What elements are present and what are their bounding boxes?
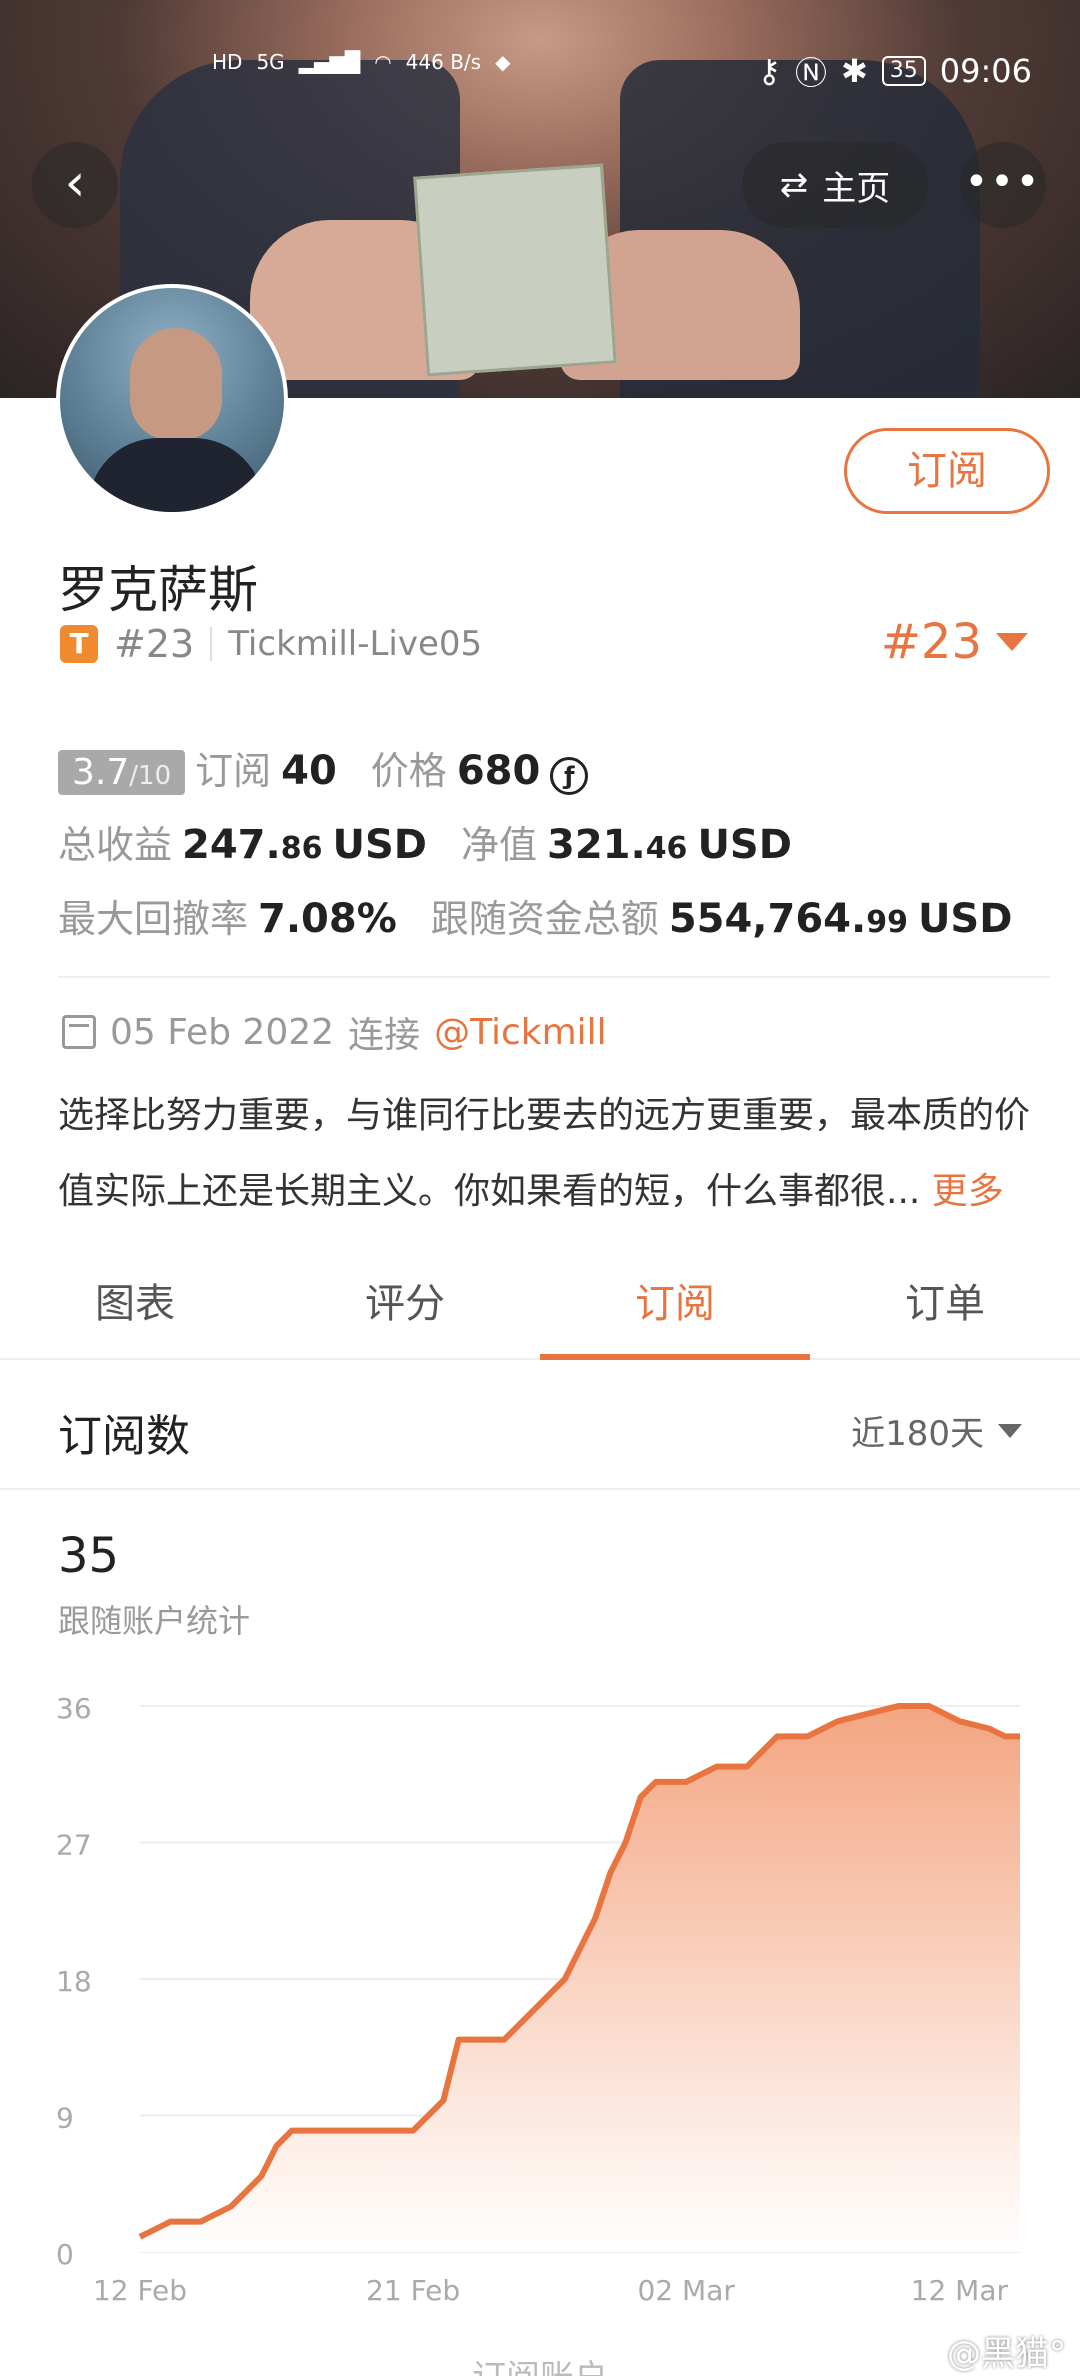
account-name: Tickmill-Live05 <box>228 624 483 664</box>
x-tick-label: 21 Feb <box>366 2274 460 2307</box>
subscription-chart: 0 9 18 27 36 12 Feb 21 Feb 02 Mar 12 Mar <box>56 1692 1020 2307</box>
5g-icon: 5G <box>256 50 285 74</box>
subscriber-count-label: 跟随账户统计 <box>58 1602 251 1640</box>
more-dots-icon: ••• <box>964 159 1042 205</box>
nav-label: 净值 <box>460 823 537 867</box>
fund-label: 跟随资金总额 <box>430 897 659 941</box>
price-label: 价格 <box>370 749 447 793</box>
section-title: 订阅数 <box>58 1411 190 1462</box>
broker-badge-icon: T <box>60 625 98 663</box>
nav-int: 321. <box>546 822 646 868</box>
tab-chart[interactable]: 图表 <box>0 1256 270 1358</box>
avatar-body <box>88 438 264 512</box>
connect-info: 05 Feb 2022 连接 @Tickmill <box>62 1006 607 1058</box>
profit-label: 总收益 <box>58 823 173 867</box>
score-value: 3.7 <box>72 752 130 793</box>
status-bar: HD 5G ▂▄▆█ ◠ 446 B/s ◆ ⚷ Ⓝ ✱ 35 09:06 <box>0 40 1080 100</box>
bio-content: 选择比努力重要，与谁同行比要去的远方更重要，最本质的价值实际上还是长期主义。你如… <box>58 1095 1031 1212</box>
status-left-icons: HD 5G ▂▄▆█ ◠ 446 B/s ◆ <box>212 50 510 74</box>
clock: 09:06 <box>939 52 1032 90</box>
net-speed: 446 B/s <box>405 50 482 74</box>
signal-icon: ▂▄▆█ <box>298 50 361 74</box>
tab-bar: 图表 评分 订阅 订单 <box>0 1256 1080 1360</box>
range-selector[interactable]: 近180天 <box>851 1406 1022 1455</box>
nav-unit: USD <box>697 822 792 868</box>
swap-icon: ⇄ <box>779 165 809 205</box>
broker-link[interactable]: @Tickmill <box>434 1012 607 1053</box>
hd-icon: HD <box>212 50 243 74</box>
subs-label: 订阅 <box>195 749 272 793</box>
chevron-left-icon: ‹ <box>64 153 86 213</box>
bio-text: 选择比努力重要，与谁同行比要去的远方更重要，最本质的价值实际上还是长期主义。你如… <box>58 1078 1042 1230</box>
caret-down-icon <box>998 1423 1022 1438</box>
subs-value: 40 <box>281 748 337 794</box>
stats-block: 3.7/10 订阅 40 价格 680 ƒ 总收益 247.86 USD 净值 32… <box>58 740 1038 962</box>
profit-dec: 86 <box>280 831 323 866</box>
profile-name: 罗克萨斯 <box>58 561 258 619</box>
coin-icon: ƒ <box>550 757 589 795</box>
y-tick-label: 18 <box>56 1965 92 1998</box>
calendar-icon <box>62 1015 96 1049</box>
fund-dec: 99 <box>866 905 908 940</box>
rank-divider <box>210 627 213 661</box>
tab-rating[interactable]: 评分 <box>270 1256 540 1358</box>
caret-down-icon <box>996 633 1028 651</box>
stats-line-3: 最大回撤率 7.08% 跟随资金总额 554,764.99 USD <box>58 888 1038 962</box>
x-tick-label: 02 Mar <box>638 2274 736 2307</box>
home-button-label: 主页 <box>822 168 891 209</box>
connect-label: 连接 <box>348 1015 421 1056</box>
avatar[interactable] <box>56 284 288 516</box>
rank-row: T #23 Tickmill-Live05 <box>60 622 482 666</box>
y-tick-label: 0 <box>56 2238 74 2271</box>
cover-banknote <box>413 163 617 377</box>
score-badge: 3.7/10 <box>58 750 186 795</box>
drawdown-label: 最大回撤率 <box>58 897 249 941</box>
tab-subscription[interactable]: 订阅 <box>540 1256 810 1360</box>
y-tick-label: 9 <box>56 2102 74 2135</box>
fund-int: 554,764. <box>668 896 867 942</box>
status-right-icons: ⚷ Ⓝ ✱ 35 09:06 <box>758 48 1032 94</box>
x-tick-label: 12 Mar <box>911 2274 1009 2307</box>
nav-dec: 46 <box>645 831 688 866</box>
range-label: 近180天 <box>851 1414 984 1454</box>
profit-int: 247. <box>182 822 281 868</box>
fund-unit: USD <box>917 896 1013 942</box>
subscriber-count: 35 <box>58 1528 120 1584</box>
stats-line-1: 3.7/10 订阅 40 价格 680 ƒ <box>58 740 1038 814</box>
connect-date: 05 Feb 2022 <box>110 1011 335 1053</box>
price-value: 680 <box>456 748 541 794</box>
score-denominator: /10 <box>129 761 172 791</box>
rank-number: #23 <box>114 622 195 666</box>
y-tick-label: 36 <box>56 1692 92 1725</box>
y-tick-label: 27 <box>56 1829 92 1862</box>
tab-orders[interactable]: 订单 <box>810 1256 1080 1358</box>
wifi-icon: ◠ <box>374 50 392 74</box>
battery-icon: 35 <box>881 56 926 86</box>
chart-legend-peek: 订阅账户 <box>0 2350 1080 2376</box>
stats-line-2: 总收益 247.86 USD 净值 321.46 USD <box>58 814 1038 888</box>
drawdown-value: 7.08% <box>258 896 397 942</box>
nfc-icon: Ⓝ <box>794 54 827 92</box>
key-icon: ⚷ <box>757 52 781 90</box>
rank-dropdown-label: #23 <box>880 614 982 670</box>
stats-divider <box>58 976 1050 978</box>
cat-icon: ◆ <box>495 50 511 74</box>
home-button[interactable]: ⇄ 主页 <box>742 142 928 228</box>
back-button[interactable]: ‹ <box>32 142 118 228</box>
more-link[interactable]: 更多 <box>932 1171 1004 1212</box>
rank-dropdown[interactable]: #23 <box>881 614 1028 670</box>
more-button[interactable]: ••• <box>960 142 1046 228</box>
x-tick-label: 12 Feb <box>93 2274 187 2307</box>
profit-unit: USD <box>332 822 427 868</box>
bluetooth-icon: ✱ <box>840 52 868 90</box>
section-header: 订阅数 近180天 <box>0 1362 1080 1490</box>
watermark: @黑猫° <box>947 2334 1066 2374</box>
avatar-face <box>130 328 222 440</box>
subscribe-button[interactable]: 订阅 <box>844 428 1050 514</box>
